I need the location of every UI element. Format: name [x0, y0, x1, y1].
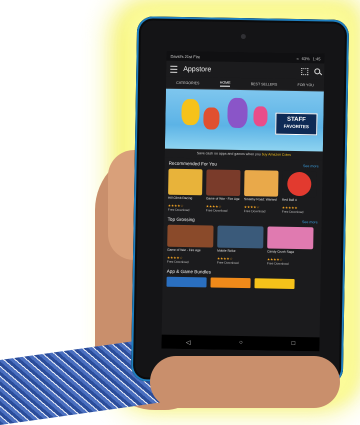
- app-card[interactable]: Smashy Road: Wanted ★★★★☆ Free Download: [244, 170, 279, 214]
- tab-home[interactable]: HOME: [219, 80, 231, 87]
- app-price: Free Download: [281, 209, 304, 215]
- section-title: App & Game Bundles: [166, 268, 211, 275]
- banner-character: [203, 107, 220, 130]
- red-ball-icon: [287, 171, 312, 197]
- top-grossing-row: Game of War - Fire Age ★★★★☆ Free Downlo…: [163, 223, 322, 269]
- recent-apps-icon[interactable]: □: [291, 341, 295, 347]
- home-icon[interactable]: ○: [239, 340, 243, 346]
- banner-character: [227, 97, 248, 129]
- app-price: Free Download: [205, 208, 228, 213]
- app-card[interactable]: Game of War - Fire Age ★★★★☆ Free Downlo…: [166, 224, 214, 265]
- staff-favorites-banner[interactable]: STAFF FAVORITES: [164, 88, 324, 152]
- tab-best-sellers[interactable]: BEST SELLERS: [251, 82, 278, 86]
- app-thumbnail: [244, 170, 279, 197]
- app-thumbnail: [206, 169, 241, 197]
- app-price: Free Download: [216, 260, 239, 265]
- tab-categories[interactable]: CATEGORIES: [176, 80, 199, 84]
- tab-for-you[interactable]: FOR YOU: [298, 82, 314, 86]
- app-price: Free Download: [266, 261, 289, 266]
- clock: 1:45: [312, 55, 321, 61]
- app-thumbnail: [267, 226, 314, 250]
- nav-bar: ◁ ○ □: [161, 334, 320, 352]
- promo-text: Save cash on apps and games when you: [196, 151, 262, 157]
- banner-character: [253, 106, 268, 127]
- app-title: Appstore: [183, 65, 212, 73]
- app-card[interactable]: Red Ball 4 ★★★★★ Free Download: [281, 170, 317, 215]
- tablet-screen: David's 21st Fire ≈ 63% 1:45 Appstore CA…: [161, 50, 325, 352]
- tablet-device: David's 21st Fire ≈ 63% 1:45 Appstore CA…: [130, 16, 350, 385]
- front-camera-icon: [240, 33, 246, 40]
- menu-icon[interactable]: [170, 65, 178, 73]
- app-thumbnail: [282, 170, 317, 198]
- bundle-card[interactable]: [166, 276, 207, 288]
- banner-line2: FAVORITES: [283, 123, 309, 130]
- app-card[interactable]: Hill Climb Racing ★★★★☆ Free Download: [167, 168, 203, 213]
- staff-favorites-badge: STAFF FAVORITES: [275, 112, 318, 136]
- bundle-card[interactable]: [210, 277, 251, 289]
- app-price: Free Download: [166, 259, 189, 265]
- app-card[interactable]: Candy Crush Saga ★★★★☆ Free Download: [267, 226, 314, 266]
- wifi-icon: ≈: [296, 55, 299, 61]
- battery-level: 63%: [301, 55, 310, 61]
- grid-icon[interactable]: [301, 67, 309, 75]
- finger: [150, 356, 340, 408]
- app-thumbnail: [168, 168, 203, 196]
- bundles-row: [162, 275, 320, 292]
- app-price: Free Download: [167, 207, 190, 213]
- recommended-row: Hill Climb Racing ★★★★☆ Free Download Ga…: [164, 167, 323, 217]
- app-thumbnail: [217, 225, 264, 249]
- photo-scene: David's 21st Fire ≈ 63% 1:45 Appstore CA…: [0, 0, 360, 425]
- bundle-card[interactable]: [254, 278, 295, 289]
- promo-link[interactable]: buy Amazon Coins: [262, 152, 291, 157]
- back-icon[interactable]: ◁: [186, 339, 191, 346]
- app-thumbnail: [167, 224, 214, 248]
- section-title: Top Grossing: [167, 216, 195, 223]
- see-more-link[interactable]: See more: [302, 220, 318, 224]
- see-more-link[interactable]: See more: [303, 164, 319, 168]
- app-card[interactable]: Game of War - Fire Age ★★★★☆ Free Downlo…: [206, 169, 241, 213]
- app-price: Free Download: [243, 209, 266, 214]
- section-title: Recommended For You: [168, 160, 217, 167]
- banner-character: [181, 98, 200, 126]
- app-card[interactable]: Mobile Strike ★★★★☆ Free Download: [216, 225, 264, 266]
- search-icon[interactable]: [314, 68, 321, 75]
- device-owner: David's 21st Fire: [170, 53, 201, 59]
